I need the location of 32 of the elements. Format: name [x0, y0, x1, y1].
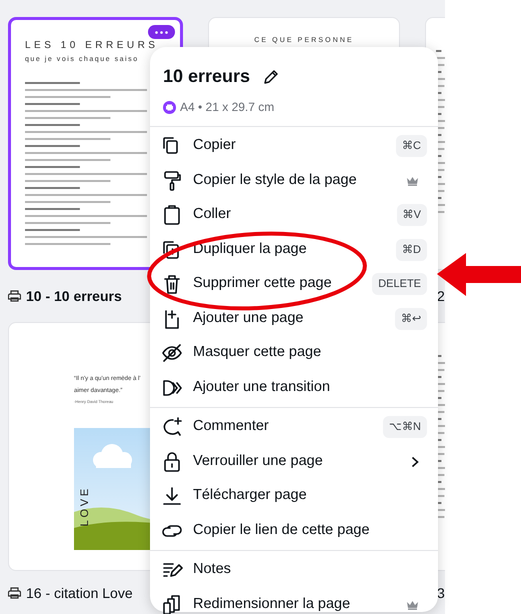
vertical-title: LOVE	[78, 486, 92, 526]
download-icon	[161, 485, 183, 508]
keyboard-shortcut: ⌘D	[396, 238, 427, 261]
clipboard-icon	[161, 204, 183, 226]
printer-icon	[8, 587, 21, 599]
eye-off-icon	[161, 342, 183, 364]
page-format: A4 • 21 x 29.7 cm	[180, 99, 274, 116]
chevron-right-icon	[411, 456, 419, 468]
keyboard-shortcut: ⌥⌘N	[383, 416, 427, 438]
comment-icon	[161, 416, 183, 438]
page-label: 10 - 10 erreurs	[26, 286, 122, 306]
crown-icon	[406, 176, 419, 186]
crown-icon	[406, 600, 419, 610]
keyboard-shortcut: ⌘C	[396, 135, 427, 158]
paint-roller-icon	[161, 170, 183, 192]
resize-icon	[161, 594, 183, 614]
keyboard-shortcut: ⌘↩	[395, 308, 427, 330]
menu-item[interactable]: Redimensionner la page	[150, 588, 438, 614]
printer-icon	[8, 290, 21, 302]
pencil-icon	[262, 68, 280, 86]
page-label: 16 - citation Love	[26, 584, 133, 602]
keyboard-shortcut: ⌘V	[396, 204, 427, 226]
page-title: LES 10 ERREURS	[25, 39, 158, 53]
keyboard-shortcut: DELETE	[372, 273, 427, 296]
lock-icon	[161, 450, 183, 473]
menu-item[interactable]: Supprimer cette page DELETE	[150, 267, 438, 302]
rename-button[interactable]	[262, 68, 280, 86]
more-options-button[interactable]	[148, 25, 175, 39]
page-label: 3	[437, 584, 445, 602]
page-label: 2	[437, 286, 445, 306]
more-icon	[155, 30, 168, 34]
printer-icon	[163, 100, 176, 114]
